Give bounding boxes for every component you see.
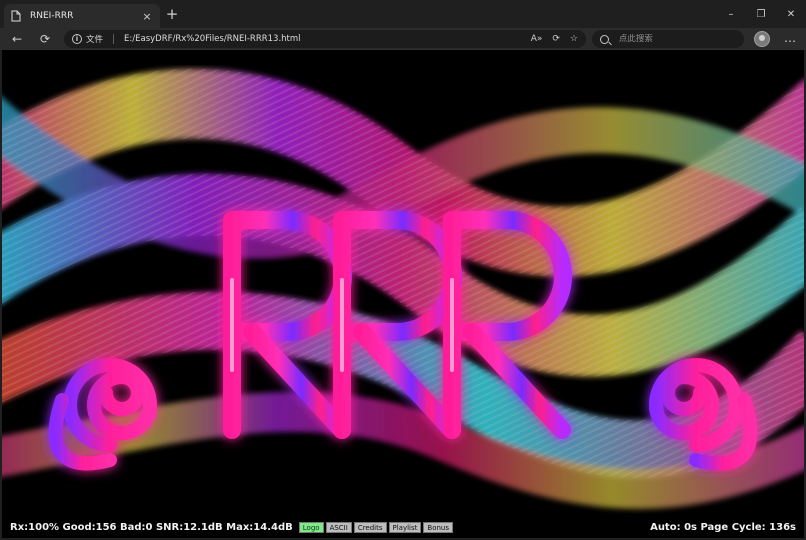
address-actions: A» ⟳ ☆ (531, 34, 578, 44)
profile-avatar[interactable] (754, 31, 770, 47)
minimize-button[interactable]: – (716, 0, 746, 28)
search-box[interactable] (592, 30, 744, 48)
search-icon (600, 34, 609, 44)
ascii-button[interactable]: ASCII (325, 521, 352, 533)
info-icon[interactable]: i (72, 34, 82, 44)
address-bar[interactable]: i 文件 E:/EasyDRF/Rx%20Files/RNEI-RRR13.ht… (64, 30, 586, 48)
address-scheme-label: 文件 (86, 35, 104, 45)
new-tab-button[interactable]: + (164, 6, 180, 22)
page-content: Rx:100% Good:156 Bad:0 SNR:12.1dB Max:14… (2, 50, 804, 538)
receiver-status-bar: Rx:100% Good:156 Bad:0 SNR:12.1dB Max:14… (2, 520, 804, 534)
restore-button[interactable]: ❐ (746, 0, 776, 28)
logo-button[interactable]: Logo (298, 521, 324, 533)
search-input[interactable] (618, 34, 736, 44)
reception-stats: Rx:100% Good:156 Bad:0 SNR:12.1dB Max:14… (10, 521, 293, 533)
read-aloud-icon[interactable]: A» (531, 34, 543, 44)
bonus-button[interactable]: Bonus (423, 521, 454, 533)
rrr-logo-artwork (2, 50, 804, 520)
translate-icon[interactable]: ⟳ (552, 34, 560, 44)
back-button[interactable]: ← (8, 30, 26, 48)
tab-close-icon[interactable]: × (140, 10, 154, 23)
address-divider (113, 34, 115, 44)
page-cycle-status: Auto: 0s Page Cycle: 136s (650, 521, 796, 533)
address-url[interactable]: E:/EasyDRF/Rx%20Files/RNEI-RRR13.html (124, 34, 531, 44)
browser-window: RNEI-RRR × + – ❐ ✕ ← ⟳ i 文件 E:/EasyDRF/R… (0, 0, 806, 540)
close-window-button[interactable]: ✕ (776, 0, 806, 28)
credits-button[interactable]: Credits (353, 521, 387, 533)
tab-strip: RNEI-RRR × + – ❐ ✕ (0, 0, 806, 28)
tab-rnei-rrr[interactable]: RNEI-RRR × (4, 4, 160, 28)
tab-title: RNEI-RRR (30, 11, 74, 21)
more-menu-icon[interactable]: … (782, 31, 798, 47)
refresh-button[interactable]: ⟳ (36, 30, 54, 48)
playlist-button[interactable]: Playlist (388, 521, 422, 533)
window-controls: – ❐ ✕ (716, 0, 806, 28)
favorite-star-icon[interactable]: ☆ (570, 34, 578, 44)
browser-toolbar: ← ⟳ i 文件 E:/EasyDRF/Rx%20Files/RNEI-RRR1… (0, 28, 806, 50)
page-icon (10, 10, 22, 22)
